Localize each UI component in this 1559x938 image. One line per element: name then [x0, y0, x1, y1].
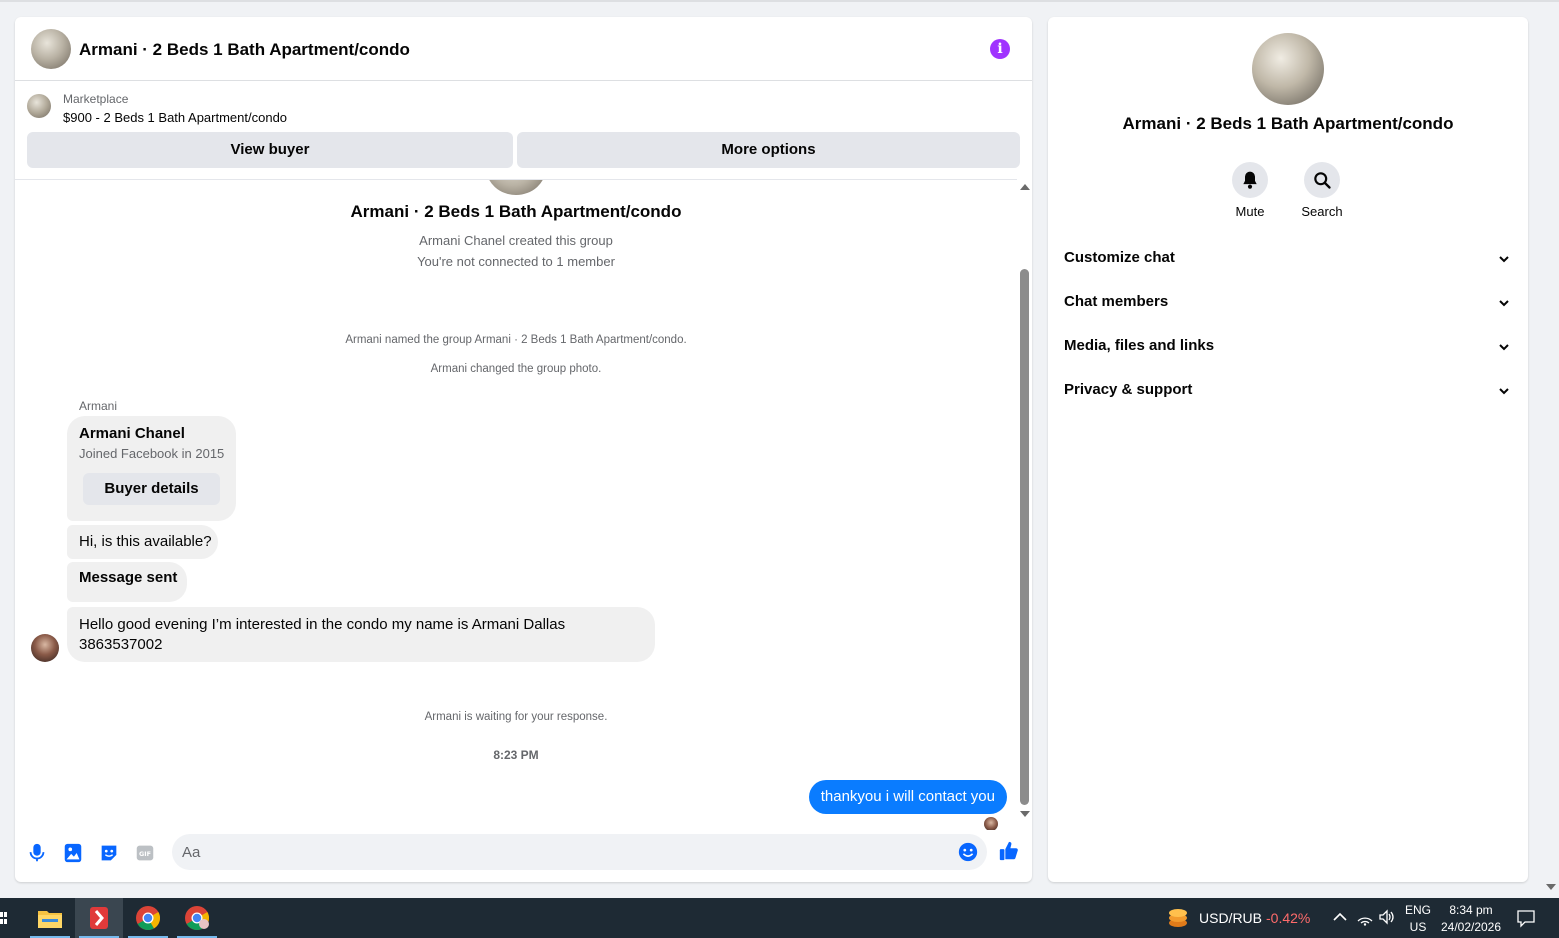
system-message: Armani Chanel created this group [419, 233, 613, 248]
section-chat-members[interactable]: Chat members [1048, 281, 1528, 325]
system-message: You're not connected to 1 member [417, 254, 615, 269]
mute-label: Mute [1235, 204, 1265, 219]
marketplace-listing[interactable]: Marketplace $900 - 2 Beds 1 Bath Apartme… [15, 82, 1032, 130]
input-language[interactable]: ENG US [1402, 902, 1434, 936]
section-customize-chat[interactable]: Customize chat [1048, 237, 1528, 281]
file-explorer-icon [38, 911, 62, 928]
chrome-icon [136, 906, 161, 931]
waiting-notice: Armani is waiting for your response. [424, 711, 608, 723]
chat-header: Armani · 2 Beds 1 Bath Apartment/condo i [15, 17, 1032, 81]
image-icon[interactable] [62, 842, 84, 864]
buyer-card: Armani Chanel Joined Facebook in 2015 Bu… [67, 416, 236, 521]
mic-icon[interactable] [26, 842, 48, 864]
message-bubble[interactable]: Hello good evening I’m interested in the… [67, 607, 655, 662]
message-bubble[interactable]: Message sent [67, 562, 187, 602]
listing-thumbnail [27, 94, 51, 118]
chevron-down-icon [1499, 388, 1509, 395]
search-icon [1314, 172, 1331, 189]
emoji-icon[interactable] [957, 841, 979, 863]
currency-pair[interactable]: USD/RUB [1199, 910, 1262, 926]
top-strip [0, 0, 1559, 2]
message-input-wrapper [172, 834, 987, 870]
chevron-up-icon[interactable] [1331, 908, 1349, 926]
buyer-details-button[interactable]: Buyer details [83, 473, 220, 505]
gif-icon[interactable]: GIF [134, 842, 156, 864]
read-receipt-avatar [984, 817, 998, 830]
wifi-icon[interactable] [1356, 908, 1374, 926]
chevron-down-icon [1499, 256, 1509, 263]
section-label: Privacy & support [1064, 381, 1193, 398]
chat-panel: Armani · 2 Beds 1 Bath Apartment/condo i… [15, 17, 1032, 882]
sticker-icon[interactable] [98, 842, 120, 864]
start-icon[interactable] [0, 910, 8, 926]
chevron-down-icon [1499, 300, 1509, 307]
section-privacy-support[interactable]: Privacy & support [1048, 369, 1528, 413]
currency-change: -0.42% [1266, 910, 1311, 926]
system-message: Armani named the group Armani · 2 Beds 1… [345, 334, 687, 346]
section-media-files-links[interactable]: Media, files and links [1048, 325, 1528, 369]
chat-info-panel: Armani · 2 Beds 1 Bath Apartment/condo M… [1048, 17, 1528, 882]
timestamp: 8:23 PM [493, 748, 539, 762]
section-label: Chat members [1064, 293, 1169, 310]
more-options-button[interactable]: More options [517, 132, 1020, 168]
buyer-joined: Joined Facebook in 2015 [79, 446, 225, 461]
marketplace-label: Marketplace [63, 92, 129, 106]
section-label: Customize chat [1064, 249, 1175, 266]
sender-avatar[interactable] [31, 634, 59, 662]
message-scrollbar[interactable] [1017, 179, 1032, 830]
sender-name: Armani [79, 399, 118, 413]
chrome-icon [185, 906, 210, 931]
composer: GIF [15, 830, 1032, 882]
section-label: Media, files and links [1064, 337, 1215, 354]
scroll-up-arrow[interactable] [1020, 184, 1030, 190]
svg-text:GIF: GIF [139, 850, 151, 858]
mute-button[interactable]: Mute [1214, 162, 1286, 219]
search-label: Search [1301, 204, 1343, 219]
message-list: Armani · 2 Beds 1 Bath Apartment/condo A… [15, 179, 1017, 830]
chevron-down-icon [1499, 344, 1509, 351]
group-profile-photo[interactable] [1252, 33, 1324, 105]
group-avatar[interactable] [31, 29, 71, 69]
language-code: ENG [1404, 903, 1431, 917]
app-icon [90, 907, 108, 929]
volume-icon[interactable] [1378, 908, 1396, 926]
chat-title[interactable]: Armani · 2 Beds 1 Bath Apartment/condo [79, 40, 410, 60]
taskbar-file-explorer[interactable] [26, 898, 74, 938]
my-message-bubble[interactable]: thankyou i will contact you [808, 780, 1007, 814]
scroll-down-arrow[interactable] [1020, 811, 1030, 817]
taskbar: USD/RUB -0.42% ENG US 8:34 pm 24/02/2026 [0, 898, 1559, 938]
view-buyer-button[interactable]: View buyer [27, 132, 513, 168]
currency-ticker-icon[interactable] [1166, 906, 1190, 930]
taskbar-chrome[interactable] [124, 898, 172, 938]
clock[interactable]: 8:34 pm 24/02/2026 [1436, 902, 1506, 936]
bell-icon [1243, 171, 1257, 189]
message-input[interactable] [182, 834, 942, 870]
system-message: Armani changed the group photo. [430, 363, 602, 375]
thumbs-up-icon[interactable] [998, 840, 1020, 862]
side-chat-title: Armani · 2 Beds 1 Bath Apartment/condo [1122, 114, 1454, 133]
group-photo [486, 180, 546, 195]
taskbar-app-active[interactable] [75, 898, 123, 938]
message-bubble[interactable]: Hi, is this available? [67, 525, 218, 559]
region-code: US [1409, 920, 1427, 934]
search-button[interactable]: Search [1286, 162, 1358, 219]
taskbar-chrome-profile[interactable] [173, 898, 221, 938]
info-icon[interactable]: i [990, 39, 1010, 59]
notification-icon[interactable] [1516, 908, 1536, 928]
buyer-name: Armani Chanel [79, 425, 185, 442]
clock-date: 24/02/2026 [1440, 920, 1502, 934]
clock-time: 8:34 pm [1449, 903, 1493, 917]
thread-group-title: Armani · 2 Beds 1 Bath Apartment/condo [350, 202, 682, 221]
page-scroll-down-arrow[interactable] [1546, 884, 1556, 890]
listing-title: $900 - 2 Beds 1 Bath Apartment/condo [63, 110, 288, 125]
scroll-thumb[interactable] [1020, 269, 1029, 805]
